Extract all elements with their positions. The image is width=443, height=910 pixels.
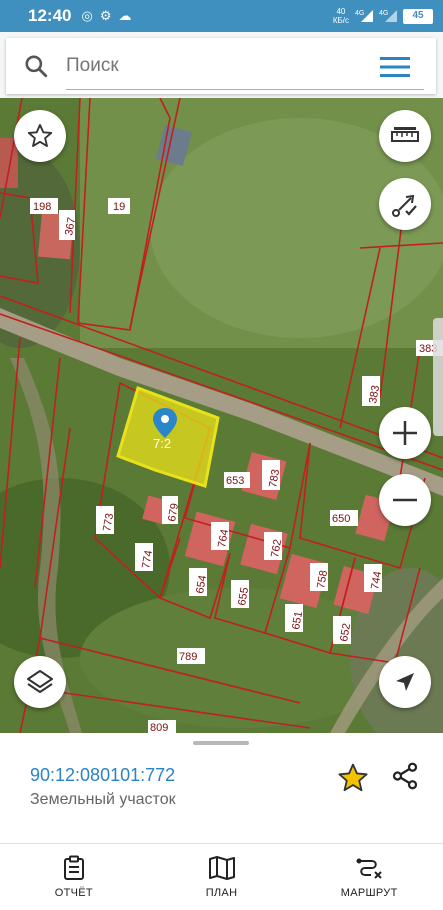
status-bar: 12:40 ◎ ⚙ ☁ 40 КБ/с 4G 4G 45 (0, 0, 443, 32)
parcel-label: 762 (264, 532, 284, 560)
search-underline (66, 89, 424, 90)
svg-text:653: 653 (226, 475, 244, 487)
notification-icons: ◎ ⚙ ☁ (81, 8, 131, 24)
parcel-label: 809 (148, 720, 176, 733)
search-area (0, 32, 443, 98)
bottom-nav: ОТЧЁТ ПЛАН МАРШРУТ (0, 843, 443, 910)
net-type-2: 4G (379, 10, 388, 17)
share-button[interactable] (390, 761, 420, 796)
menu-button[interactable] (380, 55, 412, 84)
parcel-label: 650 (330, 510, 358, 526)
status-time: 12:40 (28, 6, 72, 25)
parcel-label: 758 (310, 563, 330, 591)
search-icon[interactable] (6, 53, 66, 79)
svg-text:650: 650 (332, 513, 350, 525)
parcel-label: 764 (211, 522, 231, 550)
navigation-arrow-icon (396, 673, 414, 691)
route-icon (356, 858, 382, 879)
parcel-label: 653 (224, 472, 250, 488)
nav-report-label: ОТЧЁТ (54, 887, 93, 899)
zoom-out-button[interactable] (379, 474, 431, 526)
search-input[interactable] (66, 55, 356, 77)
signal-icon-2: 4G (379, 8, 397, 24)
search-bar (6, 38, 436, 94)
layers-button[interactable] (14, 656, 66, 708)
nav-plan-label: ПЛАН (205, 887, 238, 899)
nav-plan[interactable]: ПЛАН (148, 844, 296, 910)
net-type-1: 4G (355, 10, 364, 17)
my-location-button[interactable] (379, 656, 431, 708)
share-icon (392, 762, 418, 790)
parcel-label: 198 (30, 198, 58, 214)
signal-icon: 4G (355, 8, 373, 24)
cloud-icon: ☁ (118, 8, 132, 23)
minus-icon (393, 498, 417, 502)
net-speed-value: 40 (336, 7, 346, 16)
favorite-map-button[interactable] (14, 110, 66, 162)
parcel-label: 651 (285, 604, 305, 632)
battery-icon: 45 (403, 8, 433, 24)
ruler-button[interactable] (379, 110, 431, 162)
parcel-label: 383 (362, 376, 382, 406)
ruler-icon (391, 127, 419, 142)
parcel-label: 789 (177, 648, 205, 664)
svg-text:19: 19 (113, 201, 125, 213)
hamburger-icon (380, 57, 410, 77)
star-icon (338, 763, 368, 792)
star-outline-icon (27, 123, 53, 147)
parcel-label: 774 (135, 543, 155, 571)
map-icon (208, 856, 235, 880)
net-speed-unit: КБ/с (332, 16, 349, 25)
clipboard-icon (63, 855, 84, 880)
measure-area-button[interactable] (379, 178, 431, 230)
layers-icon (27, 670, 53, 693)
svg-text:809: 809 (150, 722, 168, 733)
nav-route-label: МАРШРУТ (340, 887, 398, 899)
add-favorite-button[interactable] (336, 761, 370, 800)
parcel-label: 783 (262, 460, 282, 490)
sync-icon: ⚙ (99, 8, 112, 23)
map-side-handle[interactable] (433, 318, 443, 436)
zoom-in-button[interactable] (379, 407, 431, 459)
net-speed: 40 КБ/с (333, 7, 349, 25)
object-info-panel[interactable]: 90:12:080101:772 Земельный участок (0, 733, 443, 843)
instagram-icon: ◎ (81, 8, 93, 23)
nav-route[interactable]: МАРШРУТ (295, 844, 443, 910)
status-right: 40 КБ/с 4G 4G 45 (333, 7, 433, 25)
satellite-map[interactable]: 198 367 19 383 383 772 653 783 650 773 6… (0, 98, 443, 733)
parcel-label: 655 (231, 580, 251, 608)
parcel-label: 744 (364, 564, 384, 592)
map-view[interactable]: 198 367 19 383 383 772 653 783 650 773 6… (0, 98, 443, 733)
parcel-label: 19 (108, 198, 130, 214)
parcel-label: 773 (96, 506, 116, 534)
parcel-label: 652 (333, 616, 353, 644)
route-measure-icon (392, 194, 417, 217)
svg-text:789: 789 (179, 651, 197, 663)
cadastral-number[interactable]: 90:12:080101:772 (30, 765, 175, 786)
svg-text:198: 198 (33, 201, 51, 213)
parcel-label: 654 (189, 568, 209, 596)
plus-icon (393, 421, 417, 445)
object-type: Земельный участок (30, 791, 176, 808)
nav-report[interactable]: ОТЧЁТ (0, 844, 148, 910)
selected-parcel-label: 7:2 (153, 436, 171, 451)
panel-drag-handle[interactable] (193, 741, 249, 745)
